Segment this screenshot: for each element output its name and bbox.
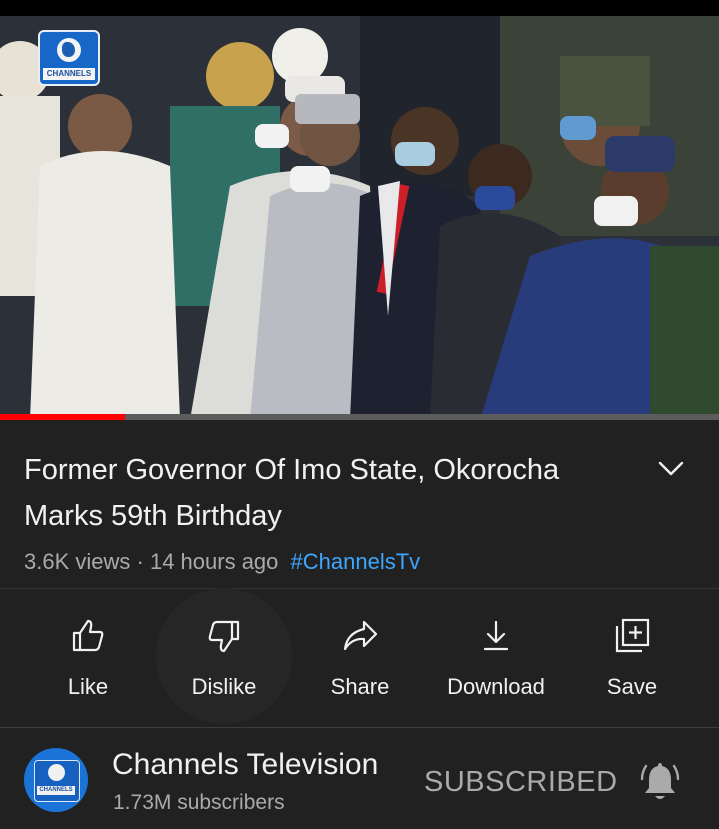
meta-separator: · xyxy=(136,549,144,574)
video-title: Former Governor Of Imo State, Okorocha M… xyxy=(24,454,560,532)
hashtag-link[interactable]: #ChannelsTv xyxy=(291,549,421,574)
download-icon xyxy=(483,620,509,651)
progress-bar[interactable] xyxy=(0,414,719,420)
thumbs-down-icon xyxy=(208,620,240,653)
expand-description-button[interactable] xyxy=(656,456,686,480)
share-label: Share xyxy=(330,674,390,699)
view-count: 3.6K views xyxy=(24,549,131,574)
divider xyxy=(0,727,719,728)
save-label: Save xyxy=(606,674,658,699)
thumbs-up-icon xyxy=(72,619,104,652)
share-button[interactable]: Share xyxy=(292,600,428,720)
action-bar: Like Dislike Share Download Save xyxy=(0,588,719,724)
video-metadata: 3.6K views · 14 hours ago #ChannelsTv xyxy=(24,549,420,575)
subscribed-button[interactable]: SUBSCRIBED xyxy=(424,766,618,799)
channel-name[interactable]: Channels Television xyxy=(112,748,378,782)
upload-age: 14 hours ago xyxy=(149,549,279,574)
chevron-down-icon xyxy=(658,461,684,476)
notification-bell-icon xyxy=(640,763,680,799)
globe-icon xyxy=(57,38,81,62)
logo-text: CHANNELS xyxy=(43,68,95,80)
video-player[interactable]: CHANNELS xyxy=(0,16,719,420)
notification-bell-button[interactable] xyxy=(640,758,680,804)
subscriber-count: 1.73M subscribers xyxy=(113,791,285,814)
download-button[interactable]: Download xyxy=(428,600,564,720)
avatar-logo: CHANNELS xyxy=(34,760,80,802)
avatar-logo-text: CHANNELS xyxy=(37,786,75,795)
channel-avatar[interactable]: CHANNELS xyxy=(24,748,88,812)
progress-fill xyxy=(0,414,126,420)
share-arrow-icon xyxy=(343,620,378,651)
divider xyxy=(0,588,719,589)
channel-logo-watermark: CHANNELS xyxy=(38,30,100,86)
like-button[interactable]: Like xyxy=(20,600,156,720)
like-label: Like xyxy=(67,674,109,699)
video-frame xyxy=(0,16,719,420)
save-button[interactable]: Save xyxy=(564,600,700,720)
add-to-playlist-icon xyxy=(615,618,650,653)
download-label: Download xyxy=(447,674,545,699)
dislike-label: Dislike xyxy=(191,674,257,699)
dislike-button[interactable]: Dislike xyxy=(156,600,292,720)
globe-icon xyxy=(48,764,65,781)
status-bar xyxy=(0,0,719,16)
